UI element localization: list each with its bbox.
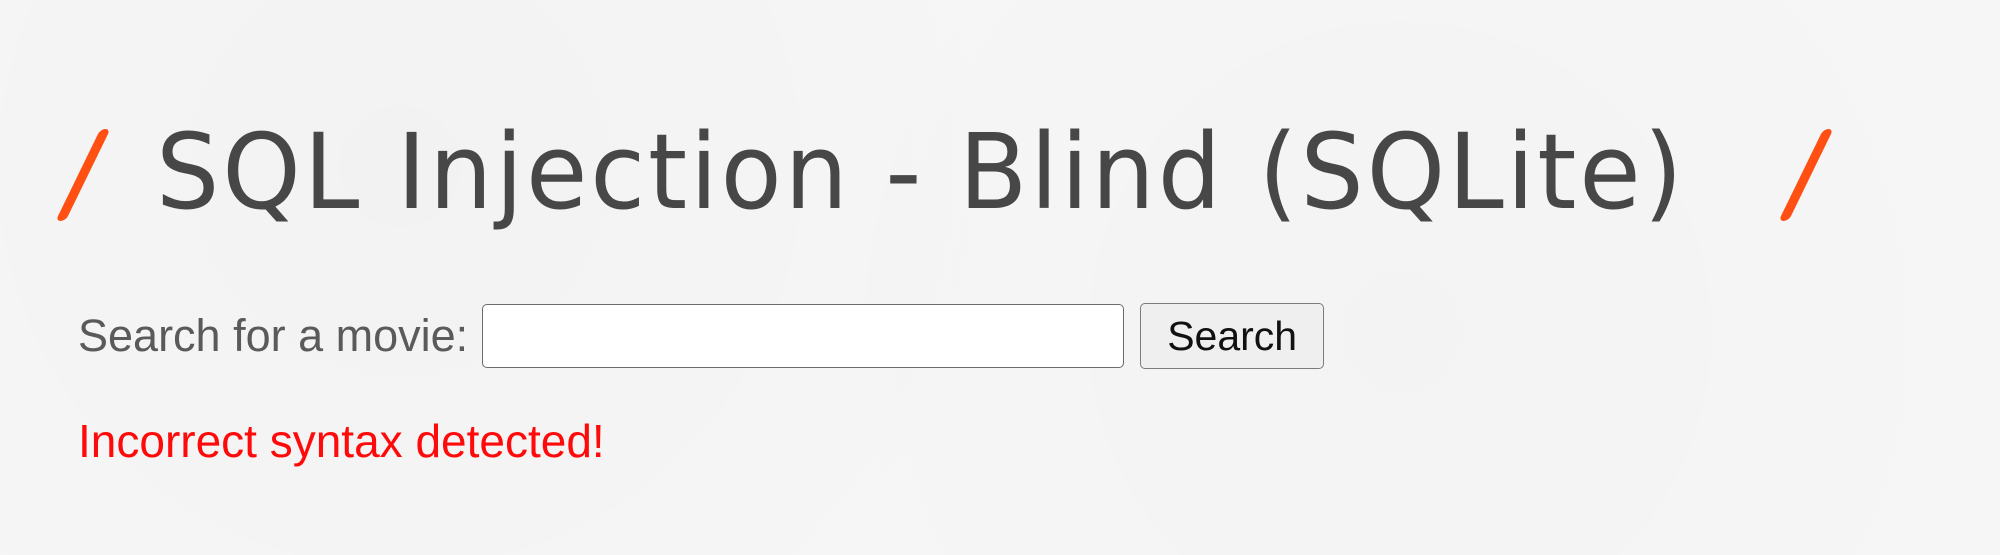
search-form: Search for a movie: Search (78, 302, 1325, 370)
left-slash-icon (55, 129, 111, 221)
search-input[interactable] (482, 304, 1125, 368)
page-container: SQL Injection - Blind (SQLite) Search fo… (0, 0, 2000, 555)
search-label: Search for a movie: (78, 310, 469, 361)
right-slash-icon (1778, 129, 1834, 221)
page-title: SQL Injection - Blind (SQLite) (156, 111, 1686, 233)
page-heading: SQL Injection - Blind (SQLite) (55, 92, 1834, 252)
search-button[interactable]: Search (1140, 303, 1325, 369)
error-message: Incorrect syntax detected! (78, 415, 605, 467)
